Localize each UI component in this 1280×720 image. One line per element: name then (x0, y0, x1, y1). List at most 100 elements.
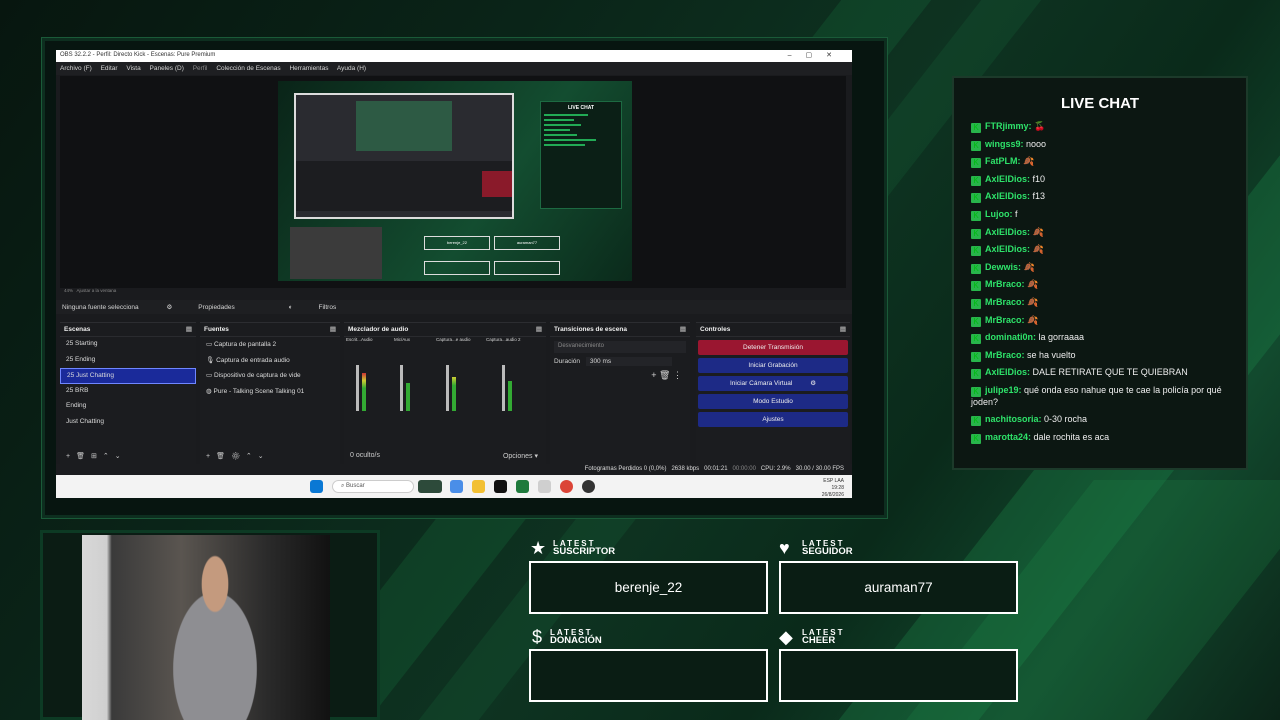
obs-title: OBS 32.2.2 - Perfil: Directo Kick - Esce… (60, 52, 216, 58)
mixer-title: Mezclador de audio (348, 326, 409, 333)
chat-message: K MrBraco: 🍂 (954, 276, 1246, 294)
mixer-dock: Mezclador de audio ▤ Escrit...Audio Mic/A… (344, 322, 546, 464)
dock-menu-icon[interactable]: ▤ (330, 325, 336, 333)
source-label: Captura de pantalla 2 (213, 341, 277, 348)
menu-archivo[interactable]: Archivo (F) (60, 65, 92, 72)
controls-title: Controles (700, 326, 731, 333)
add-icon[interactable]: + (206, 453, 216, 460)
taskbar-search[interactable]: ⌕ Buscar (332, 480, 414, 493)
chat-text: 🍂 (1027, 314, 1039, 325)
up-icon[interactable]: ⌃ (103, 453, 115, 460)
down-icon[interactable]: ⌄ (258, 453, 270, 460)
chat-message: K AxlElDios: f13 (954, 188, 1246, 206)
zoom-fit[interactable]: Ajustar a la ventana (77, 288, 117, 293)
latest-sub-label: ★ LATEST SUSCRIPTOR (530, 538, 730, 562)
scene-item[interactable]: Ending (60, 399, 196, 415)
chat-message: Kdominati0n: la gorraaaa (954, 329, 1246, 347)
chat-message: K AxlElDios: 🍂 (954, 241, 1246, 259)
down-icon[interactable]: ⌄ (115, 453, 127, 460)
filter-icon[interactable]: ⊞ (91, 453, 103, 460)
chat-text: 🍂 (1023, 156, 1035, 167)
windows-start-icon[interactable] (310, 480, 323, 493)
menu-perfil[interactable]: Perfil (193, 65, 208, 72)
more-icon[interactable]: ⋮ (673, 370, 682, 380)
volume-slider[interactable] (356, 365, 359, 411)
menu-ayuda[interactable]: Ayuda (H) (337, 65, 366, 72)
virtual-camera-button[interactable]: Iniciar Cámara Virtual ⚙ (698, 376, 848, 391)
dock-menu-icon[interactable]: ▤ (680, 325, 686, 333)
kick-badge-icon: K (971, 175, 981, 186)
options-label: Opciones (502, 453, 533, 460)
close-button[interactable]: ✕ (826, 52, 846, 59)
preview-nested (356, 101, 452, 151)
menu-paneles[interactable]: Paneles (D) (150, 65, 184, 72)
properties-button[interactable]: ⚙ Propiedades (166, 304, 260, 311)
settings-button[interactable]: Ajustes (698, 412, 848, 427)
add-icon[interactable]: + (651, 370, 656, 380)
menu-editar[interactable]: Editar (101, 65, 118, 72)
taskbar-app-icon[interactable] (418, 480, 442, 493)
tiktok-icon[interactable] (494, 480, 507, 493)
kick-badge-icon: K (971, 263, 981, 274)
taskbar-app-icon[interactable] (450, 480, 463, 493)
level-meter (508, 381, 512, 411)
scene-item-selected[interactable]: 25 Just Chatting (60, 368, 196, 384)
source-item[interactable]: ◍ Pure - Talking Scene Talking 01 (200, 384, 340, 400)
system-tray[interactable]: ESP LAA 19:28 26/8/2026 (822, 478, 844, 499)
scene-item[interactable]: Just Chatting (60, 415, 196, 431)
sources-toolbar: +🗑⚙⌃⌄ (200, 450, 340, 464)
obs-menubar: Archivo (F) Editar Vista Paneles (D) Per… (56, 62, 852, 75)
maximize-button[interactable]: ▢ (806, 52, 827, 59)
zoom-level[interactable]: 44% (64, 288, 73, 293)
dock-menu-icon[interactable]: ▤ (536, 325, 542, 333)
excel-icon[interactable] (516, 480, 529, 493)
stop-stream-button[interactable]: Detener Transmisión (698, 340, 848, 355)
source-item[interactable]: ▭ Dispositivo de captura de vide (200, 368, 340, 384)
volume-slider[interactable] (446, 365, 449, 411)
window-controls[interactable]: –▢✕ (788, 51, 846, 59)
scene-item[interactable]: 25 Starting (60, 337, 196, 353)
filters-button[interactable]: ◐ Filtros (289, 304, 363, 311)
obs-icon[interactable] (582, 480, 595, 493)
source-item[interactable]: ▭ Captura de pantalla 2 (200, 337, 340, 353)
chrome-icon[interactable] (560, 480, 573, 493)
up-icon[interactable]: ⌃ (246, 453, 258, 460)
studio-mode-button[interactable]: Modo Estudio (698, 394, 848, 409)
trash-icon[interactable]: 🗑 (76, 453, 91, 460)
add-icon[interactable]: + (66, 453, 76, 460)
gear-icon[interactable]: ⚙ (810, 380, 816, 387)
gear-icon[interactable]: ⚙ (231, 453, 246, 460)
chat-username: dominati0n: (985, 332, 1036, 343)
dock-menu-icon[interactable]: ▤ (840, 325, 846, 333)
trash-icon[interactable]: 🗑 (216, 453, 231, 460)
kick-badge-icon: K (971, 334, 981, 345)
menu-coleccion[interactable]: Colección de Escenas (216, 65, 280, 72)
chat-text: 🍂 (1027, 296, 1039, 307)
virtual-camera-label: Iniciar Cámara Virtual (729, 380, 793, 387)
preview-cheer-box (494, 261, 560, 275)
volume-slider[interactable] (502, 365, 505, 411)
start-recording-button[interactable]: Iniciar Grabación (698, 358, 848, 373)
kick-badge-icon: K (971, 316, 981, 327)
menu-herramientas[interactable]: Herramientas (289, 65, 328, 72)
volume-slider[interactable] (400, 365, 403, 411)
taskbar-app-icon[interactable] (538, 480, 551, 493)
mic-icon: 🎙 (206, 356, 217, 364)
rec-time: 00:00:00 (732, 466, 756, 472)
options-button[interactable]: Opciones ▾ (503, 452, 538, 460)
scene-item[interactable]: 25 BRB (60, 384, 196, 400)
transition-select[interactable]: Desvanecimiento (554, 341, 686, 353)
dock-menu-icon[interactable]: ▤ (186, 325, 192, 333)
source-item[interactable]: 🎙 Captura de entrada audio (200, 353, 340, 369)
chat-username: MrBraco: (985, 279, 1025, 290)
trash-icon[interactable]: 🗑 (659, 370, 670, 380)
folder-icon[interactable] (472, 480, 485, 493)
chat-message: Kjulipe19: qué onda eso nahue que te cae… (954, 382, 1246, 411)
obs-preview[interactable]: LIVE CHAT berenje_22 auraman77 (60, 76, 846, 288)
minimize-button[interactable]: – (788, 52, 806, 59)
scene-item[interactable]: 25 Ending (60, 353, 196, 369)
chat-username: AxlElDios: (985, 367, 1031, 378)
duration-input[interactable]: 300 ms (585, 357, 672, 366)
menu-vista[interactable]: Vista (126, 65, 140, 72)
chat-message: K MrBraco: se ha vuelto (954, 347, 1246, 365)
